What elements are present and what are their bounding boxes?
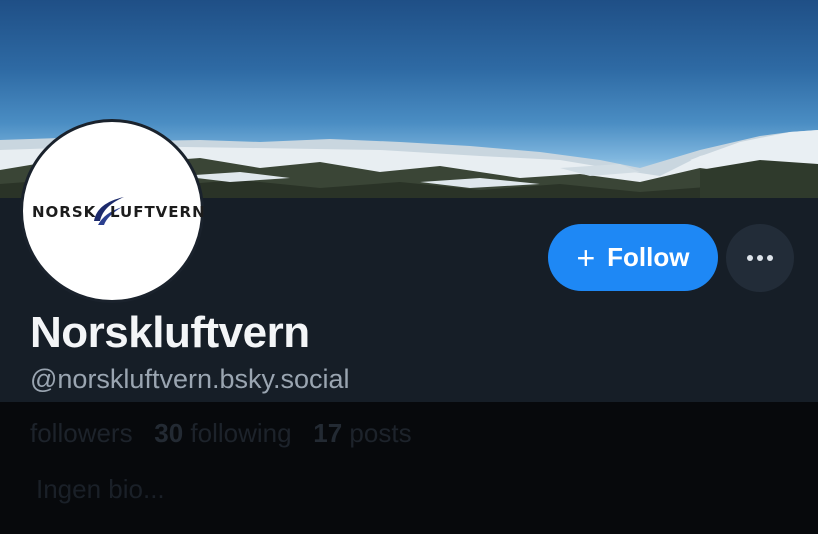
posts-label: posts — [349, 418, 412, 448]
logo-text-left: NORSK — [32, 203, 97, 221]
display-name: Norskluftvern — [30, 308, 310, 357]
ellipsis-icon — [747, 255, 753, 261]
posts-stat: 17 posts — [313, 418, 411, 448]
brand-logo: NORSK LUFTVERN — [28, 191, 205, 231]
logo-text-right: LUFTVERN — [110, 203, 206, 221]
ellipsis-dot — [767, 255, 773, 261]
follow-label: Follow — [607, 242, 690, 272]
profile-handle[interactable]: @norskluftvern.bsky.social — [30, 364, 350, 395]
more-options-button[interactable] — [726, 224, 794, 292]
following-stat[interactable]: 30 following — [154, 418, 291, 448]
plus-icon: + — [576, 239, 596, 276]
profile-bio: Ingen bio... — [36, 474, 165, 504]
profile-stats: followers 30 following 17 posts — [30, 418, 412, 449]
avatar[interactable]: NORSK LUFTVERN — [20, 119, 205, 303]
following-count: 30 — [154, 418, 184, 448]
followers-label: followers — [30, 418, 133, 448]
posts-count: 17 — [313, 418, 343, 448]
follow-button[interactable]: + Follow — [548, 224, 718, 291]
ellipsis-dot — [757, 255, 763, 261]
following-label: following — [190, 418, 292, 448]
followers-stat[interactable]: followers — [30, 418, 133, 448]
